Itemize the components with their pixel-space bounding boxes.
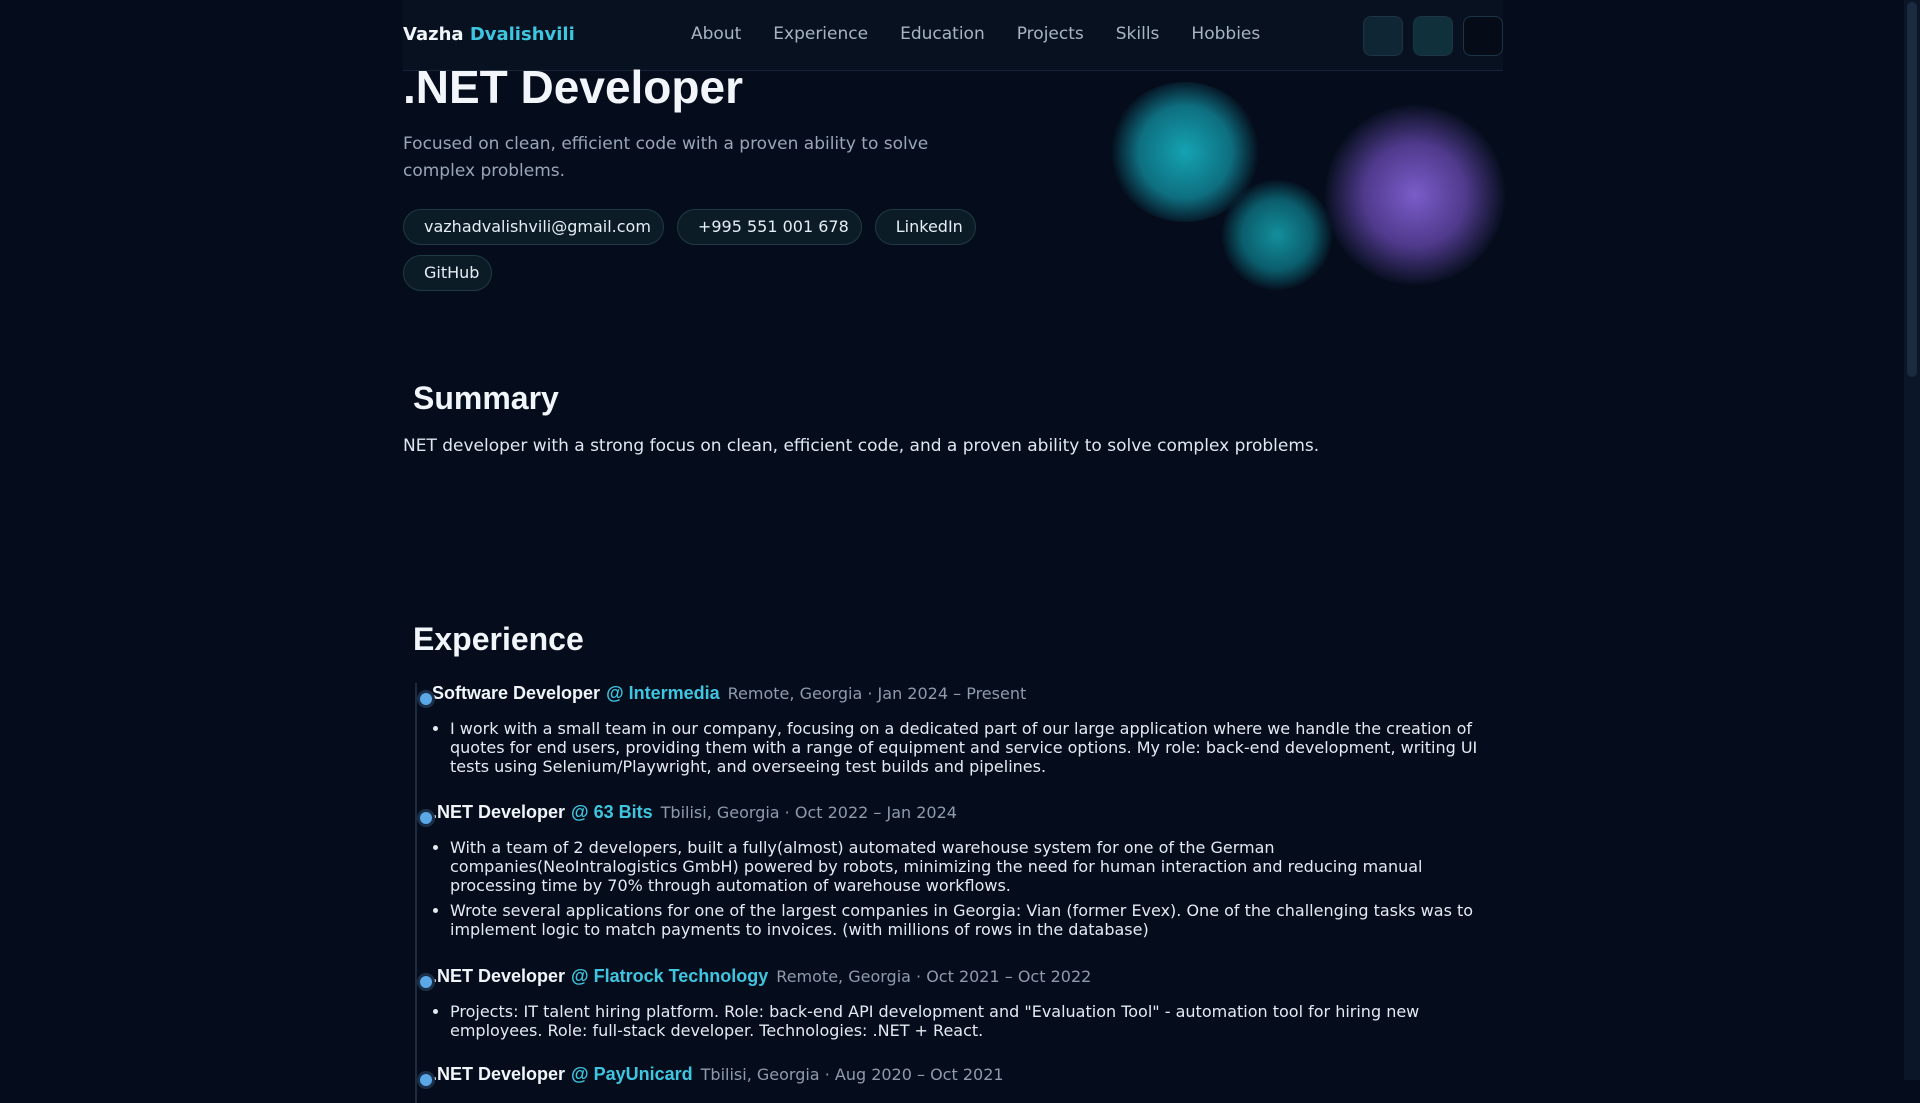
linkedin-link[interactable]: LinkedIn	[874, 209, 976, 245]
timeline-dot-icon	[417, 1071, 435, 1089]
nav-icon-button[interactable]	[1363, 16, 1403, 56]
job-company: @ Flatrock Technology	[571, 966, 769, 986]
job-role: Software Developer	[432, 683, 601, 703]
job-bullets: With a team of 2 developers, built a ful…	[432, 838, 1500, 939]
phone-link[interactable]: +995 551 001 678	[676, 209, 862, 245]
nav-links: About Experience Education Projects Skil…	[691, 24, 1292, 44]
experience-item: Software Developer @ Intermedia Remote, …	[417, 683, 1500, 782]
job-meta: Tbilisi, Georgia · Aug 2020 – Oct 2021	[700, 1065, 1004, 1084]
nav-link-education[interactable]: Education	[900, 24, 985, 44]
hero-title: .NET Developer	[403, 61, 743, 113]
experience-item: .NET Developer @ Flatrock Technology Rem…	[417, 966, 1500, 1046]
brand-last-name: Dvalishvili	[469, 24, 575, 45]
brand-logo[interactable]: Vazha Dvalishvili	[403, 24, 575, 45]
job-company: @ Intermedia	[606, 683, 720, 703]
page-scrollbar[interactable]	[1904, 0, 1920, 1080]
experience-item-header: .NET Developer @ Flatrock Technology Rem…	[417, 966, 1500, 991]
job-role: .NET Developer	[432, 1064, 566, 1084]
job-company: @ 63 Bits	[571, 802, 653, 822]
job-bullet: Projects: IT talent hiring platform. Rol…	[450, 1002, 1500, 1040]
timeline-dot-icon	[417, 809, 435, 827]
job-role: .NET Developer	[432, 802, 566, 822]
hero-subtitle: Focused on clean, efficient code with a …	[403, 134, 929, 181]
experience-item-header: .NET Developer @ 63 Bits Tbilisi, Georgi…	[417, 802, 1500, 827]
timeline-dot-icon	[417, 690, 435, 708]
summary-text: NET developer with a strong focus on cle…	[403, 436, 1320, 456]
experience-timeline: Software Developer @ Intermedia Remote, …	[415, 683, 1505, 1103]
job-bullets: I work with a small team in our company,…	[432, 719, 1500, 776]
nav-link-projects[interactable]: Projects	[1017, 24, 1084, 44]
job-bullets: Projects: IT talent hiring platform. Rol…	[432, 1002, 1500, 1040]
brand-first-name: Vazha	[403, 24, 464, 45]
summary-heading: Summary	[413, 380, 559, 416]
job-meta: Remote, Georgia · Oct 2021 – Oct 2022	[776, 967, 1092, 986]
decorative-purple-blob	[1325, 105, 1505, 285]
experience-heading: Experience	[413, 621, 584, 657]
job-meta: Remote, Georgia · Jan 2024 – Present	[727, 684, 1027, 703]
contact-links: vazhadvalishvili@gmail.com +995 551 001 …	[403, 209, 993, 291]
experience-item-header: Software Developer @ Intermedia Remote, …	[417, 683, 1500, 708]
nav-icon-button[interactable]	[1413, 16, 1453, 56]
scrollbar-thumb[interactable]	[1907, 2, 1917, 377]
nav-link-about[interactable]: About	[691, 24, 741, 44]
timeline-dot-icon	[417, 973, 435, 991]
job-company: @ PayUnicard	[571, 1064, 693, 1084]
nav-link-hobbies[interactable]: Hobbies	[1191, 24, 1260, 44]
nav-link-skills[interactable]: Skills	[1116, 24, 1160, 44]
experience-item: .NET Developer @ PayUnicard Tbilisi, Geo…	[417, 1064, 1500, 1089]
job-meta: Tbilisi, Georgia · Oct 2022 – Jan 2024	[660, 803, 957, 822]
job-bullet: Wrote several applications for one of th…	[450, 901, 1500, 939]
nav-link-experience[interactable]: Experience	[773, 24, 868, 44]
experience-item-header: .NET Developer @ PayUnicard Tbilisi, Geo…	[417, 1064, 1500, 1089]
job-role: .NET Developer	[432, 966, 566, 986]
github-link[interactable]: GitHub	[403, 255, 493, 291]
email-link[interactable]: vazhadvalishvili@gmail.com	[403, 209, 664, 245]
job-bullet: With a team of 2 developers, built a ful…	[450, 838, 1500, 895]
nav-icon-button[interactable]	[1463, 16, 1503, 56]
experience-item: .NET Developer @ 63 Bits Tbilisi, Georgi…	[417, 802, 1500, 945]
job-bullet: I work with a small team in our company,…	[450, 719, 1500, 776]
decorative-teal-blob-small	[1222, 180, 1332, 290]
nav-action-buttons	[1363, 16, 1503, 56]
